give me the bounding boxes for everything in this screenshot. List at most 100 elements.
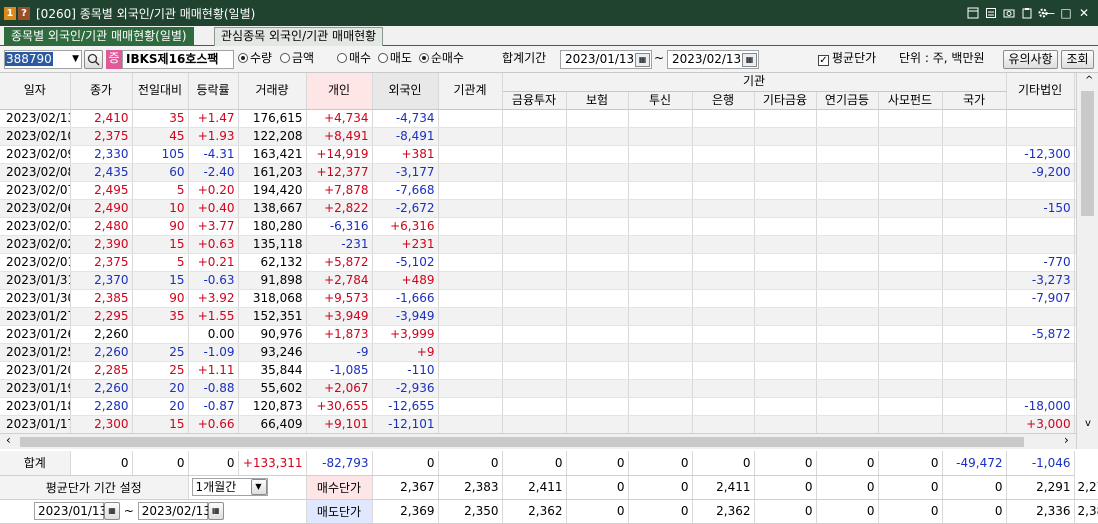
cell-empty [628, 343, 693, 362]
minimize-icon[interactable]: — [1041, 4, 1057, 21]
total-cell: -49,472 [942, 451, 1007, 476]
radio-net-buy[interactable]: 순매수 [418, 51, 464, 65]
close-icon[interactable]: ✕ [1076, 4, 1092, 21]
table-row[interactable]: 2023/01/19 2,260 20 -0.88 55,602 +2,067 -2,936 [0, 379, 1098, 398]
chevron-down-icon[interactable]: ▼ [72, 51, 79, 68]
table-row[interactable]: 2023/01/27 2,295 35 +1.55 152,351 +3,949 -3,94… [0, 307, 1098, 326]
stock-type-badge: 증 [106, 50, 122, 69]
table-row[interactable]: 2023/01/26 2,260 0.00 90,976 +1,873 +3,999 -5,… [0, 325, 1098, 344]
memo-icon[interactable] [984, 4, 998, 21]
table-row[interactable]: 2023/02/10 2,375 45 +1.93 122,208 +8,491 -8,49… [0, 127, 1098, 146]
camera-icon[interactable] [1002, 4, 1016, 21]
cell-volume: 161,203 [238, 163, 307, 182]
avg-period-select[interactable]: 1개월간 ▼ [188, 475, 307, 500]
period-from-input[interactable]: 2023/01/13 ▦ [560, 50, 652, 69]
scroll-thumb-vertical[interactable] [1081, 91, 1094, 216]
table-row[interactable]: 2023/01/25 2,260 25 -1.09 93,246 -9 +9 [0, 343, 1098, 362]
avg-price-checkbox[interactable]: ✓ 평균단가 [818, 50, 876, 69]
radio-amount[interactable]: 금액 [279, 51, 314, 65]
table-row[interactable]: 2023/02/08 2,435 60 -2.40 161,203 +12,377 -3,1… [0, 163, 1098, 182]
cell-empty [816, 289, 879, 308]
table-row[interactable]: 2023/01/20 2,285 25 +1.11 35,844 -1,085 -110 [0, 361, 1098, 380]
tab-watchlist[interactable]: 관심종목 외국인/기관 매매현황 [214, 27, 384, 46]
radio-quantity[interactable]: 수량 [238, 51, 272, 65]
total-cell: -82,793 [306, 451, 373, 476]
scroll-left-icon[interactable]: ‹ [6, 433, 11, 447]
table-row[interactable]: 2023/02/02 2,390 15 +0.63 135,118 -231 +231 [0, 235, 1098, 254]
cell-rate: +1.55 [188, 307, 239, 326]
cell-volume: 93,246 [238, 343, 307, 362]
avg-from-input[interactable]: 2023/01/13 [34, 502, 107, 520]
cell-empty [816, 145, 879, 164]
cell-close: 2,495 [70, 181, 133, 200]
horizontal-scrollbar[interactable]: ‹ › [0, 433, 1078, 449]
scroll-thumb[interactable] [20, 437, 1024, 447]
stock-code-input[interactable]: 388790 ▼ [4, 50, 82, 69]
cell-date: 2023/01/17 [0, 415, 71, 434]
cell-empty [438, 325, 503, 344]
cell-empty [942, 109, 1007, 128]
clipboard-icon[interactable] [1020, 4, 1034, 21]
buy-price-row: 평균단가 기간 설정 1개월간 ▼ 매수단가 2,367 2,383 2,411 … [0, 475, 1098, 500]
buy-price-cell: 2,291 [1006, 475, 1075, 500]
calendar-icon[interactable]: ▦ [742, 53, 757, 67]
scroll-right-icon[interactable]: › [1064, 433, 1069, 447]
cell-change: 25 [132, 361, 189, 380]
table-row[interactable]: 2023/02/06 2,490 10 +0.40 138,667 +2,822 -2,67… [0, 199, 1098, 218]
screen-number-badge[interactable]: 1 [4, 6, 16, 20]
cell-change: 45 [132, 127, 189, 146]
cell-rate: +1.93 [188, 127, 239, 146]
radio-sell[interactable]: 매도 [377, 51, 412, 65]
cell-empty [502, 289, 567, 308]
calendar-icon[interactable]: ▦ [635, 53, 650, 67]
total-cell: 0 [438, 451, 503, 476]
chevron-down-icon[interactable]: ▼ [250, 479, 267, 495]
table-row[interactable]: 2023/02/01 2,375 5 +0.21 62,132 +5,872 -5,102 -… [0, 253, 1098, 272]
cell-empty [566, 397, 629, 416]
table-row[interactable]: 2023/02/03 2,480 90 +3.77 180,280 -6,316 +6,31… [0, 217, 1098, 236]
cell-change: 105 [132, 145, 189, 164]
cell-empty [438, 127, 503, 146]
col-header-date: 일자 [0, 73, 71, 110]
cell-change: 5 [132, 181, 189, 200]
table-row[interactable]: 2023/02/09 2,330 105 -4.31 163,421 +14,919 +38… [0, 145, 1098, 164]
cell-other-corp [1006, 343, 1075, 362]
table-row[interactable]: 2023/01/30 2,385 90 +3.92 318,068 +9,573 -1,66… [0, 289, 1098, 308]
period-to-input[interactable]: 2023/02/13 ▦ [667, 50, 759, 69]
search-button[interactable] [84, 50, 103, 69]
tab-daily-by-stock[interactable]: 종목별 외국인/기관 매매현황(일별) [4, 27, 194, 46]
calendar-icon[interactable]: ▦ [104, 502, 120, 520]
scroll-down-icon[interactable]: v [1085, 418, 1091, 429]
buy-price-label: 매수단가 [306, 475, 373, 500]
calendar-icon[interactable]: ▦ [207, 502, 224, 520]
vertical-scrollbar[interactable]: ^ v [1076, 73, 1098, 449]
cell-change: 60 [132, 163, 189, 182]
cell-empty [438, 289, 503, 308]
notes-button[interactable]: 유의사항 [1003, 50, 1058, 69]
table-row[interactable]: 2023/01/18 2,280 20 -0.87 120,873 +30,655 -12,… [0, 397, 1098, 416]
sell-price-cell: 0 [566, 499, 629, 524]
cell-date: 2023/01/26 [0, 325, 71, 344]
table-row[interactable]: 2023/01/17 2,300 15 +0.66 66,409 +9,101 -12,10… [0, 415, 1098, 434]
table-row[interactable]: 2023/01/31 2,370 15 -0.63 91,898 +2,784 +489 -3… [0, 271, 1098, 290]
sell-price-cell: 0 [942, 499, 1007, 524]
window-icon[interactable] [966, 4, 980, 21]
cell-empty [502, 235, 567, 254]
cell-empty [628, 217, 693, 236]
maximize-icon[interactable]: □ [1058, 4, 1074, 21]
query-button[interactable]: 조회 [1061, 50, 1094, 69]
cell-empty [942, 163, 1007, 182]
cell-date: 2023/01/31 [0, 271, 71, 290]
radio-buy[interactable]: 매수 [337, 51, 371, 65]
scroll-up-icon[interactable]: ^ [1085, 75, 1093, 86]
cell-empty [566, 199, 629, 218]
cell-other-corp [1006, 379, 1075, 398]
avg-to-input[interactable]: 2023/02/13 [137, 502, 211, 520]
cell-rate: +3.92 [188, 289, 239, 308]
help-badge[interactable]: ? [18, 6, 30, 20]
sell-price-cell: 2,362 [692, 499, 755, 524]
table-row[interactable]: 2023/02/13 2,410 35 +1.47 176,615 +4,734 -4,73… [0, 109, 1098, 128]
cell-empty [628, 397, 693, 416]
cell-foreign: -3,949 [372, 307, 439, 326]
table-row[interactable]: 2023/02/07 2,495 5 +0.20 194,420 +7,878 -7,668 [0, 181, 1098, 200]
